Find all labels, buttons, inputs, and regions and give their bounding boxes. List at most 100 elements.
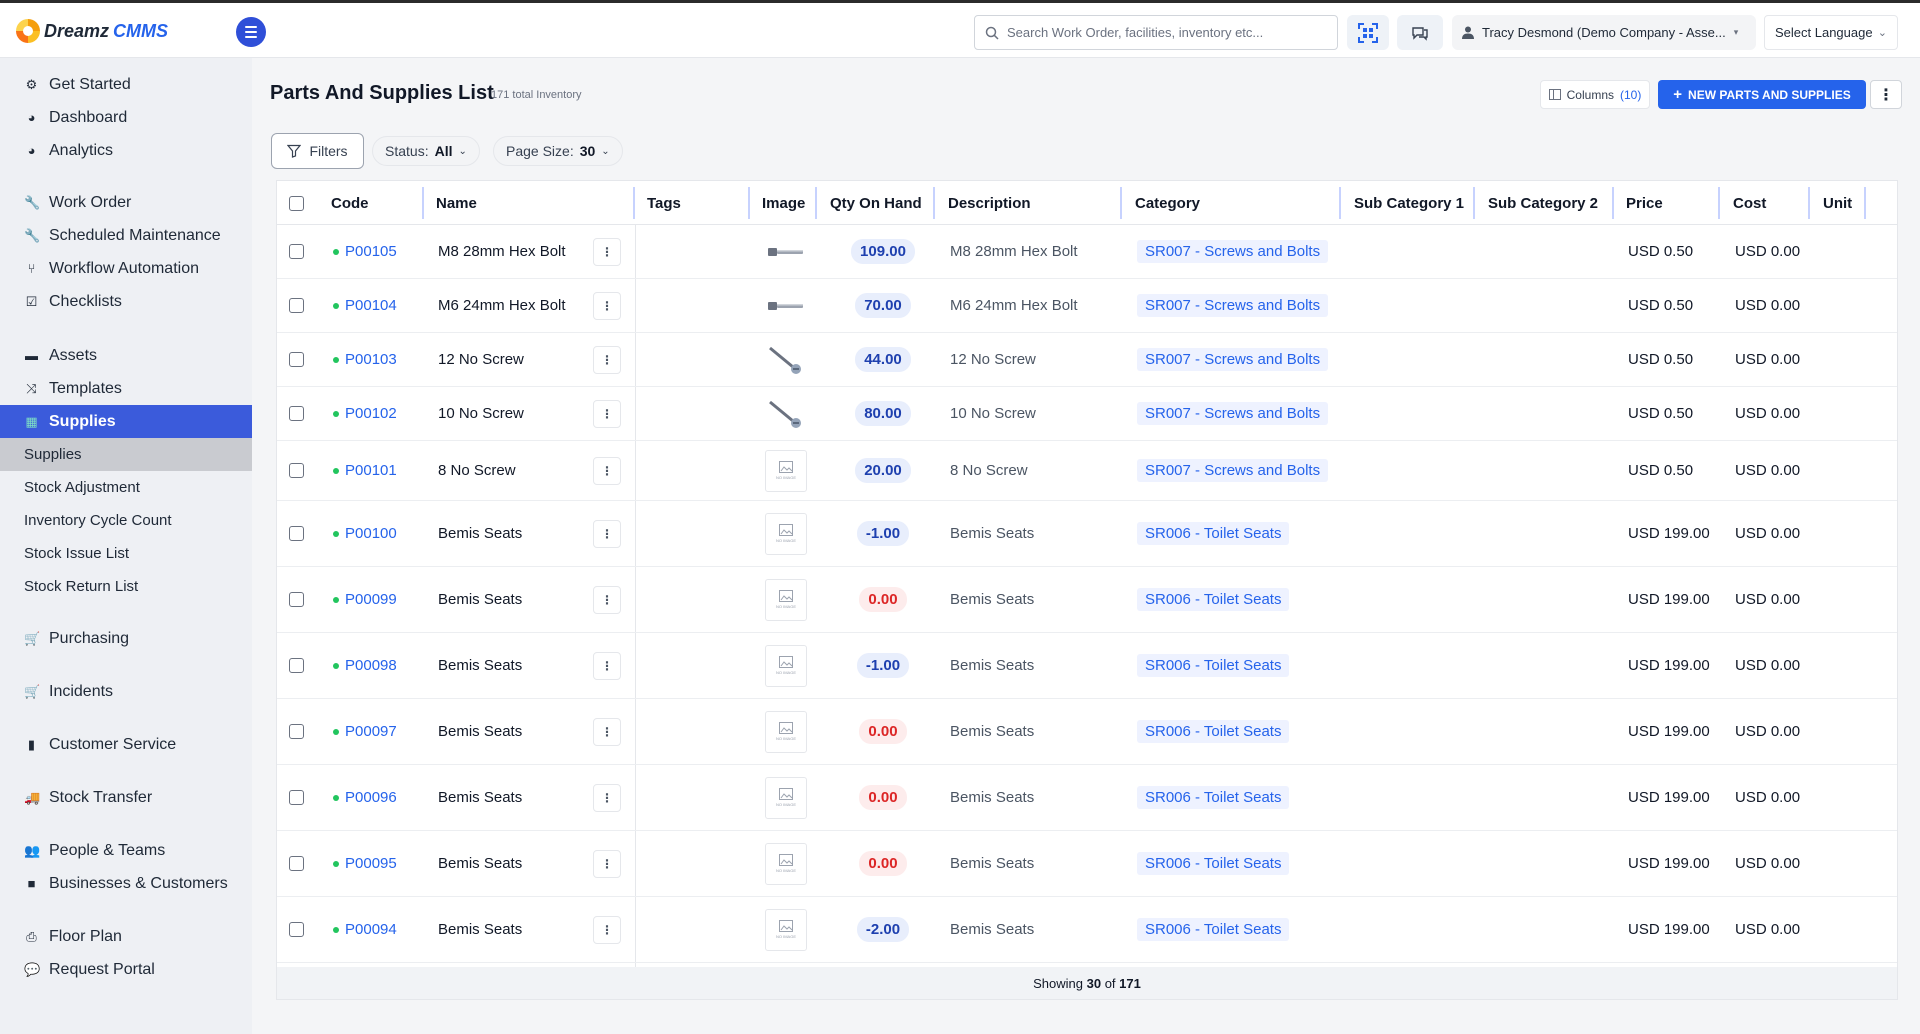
sidebar-subitem-stock-adjustment[interactable]: Stock Adjustment: [0, 471, 252, 504]
part-code-link[interactable]: P00102: [333, 387, 397, 440]
global-search[interactable]: [974, 15, 1338, 50]
row-select-cell[interactable]: [289, 897, 304, 962]
scan-button[interactable]: [1347, 15, 1389, 50]
sidebar-item-purchasing[interactable]: 🛒 Purchasing: [0, 622, 252, 655]
table-row[interactable]: P00098 Bemis Seats ⋮ NO IMAGE -1.00 Bemis Sea…: [277, 633, 1897, 699]
row-select-cell[interactable]: [289, 225, 304, 278]
part-image[interactable]: [765, 230, 807, 273]
table-row[interactable]: P00100 Bemis Seats ⋮ NO IMAGE -1.00 Bemis Sea…: [277, 501, 1897, 567]
table-row[interactable]: P00099 Bemis Seats ⋮ NO IMAGE 0.00 Bemis Seat…: [277, 567, 1897, 633]
page-size-filter[interactable]: Page Size: 30 ⌄: [493, 136, 623, 166]
column-header-unit[interactable]: Unit: [1823, 181, 1852, 225]
sidebar-item-stock-transfer[interactable]: 🚚 Stock Transfer: [0, 781, 252, 814]
category-link[interactable]: SR006 - Toilet Seats: [1137, 918, 1290, 941]
row-checkbox[interactable]: [289, 724, 304, 739]
table-row[interactable]: P00094 Bemis Seats ⋮ NO IMAGE -2.00 Bemis Sea…: [277, 897, 1897, 963]
row-checkbox[interactable]: [289, 526, 304, 541]
category-link[interactable]: SR007 - Screws and Bolts: [1137, 348, 1329, 371]
category-link[interactable]: SR006 - Toilet Seats: [1137, 852, 1290, 875]
more-options-button[interactable]: ⋮: [1870, 80, 1902, 109]
row-select-cell[interactable]: [289, 567, 304, 632]
column-resizer[interactable]: [633, 187, 635, 219]
row-checkbox[interactable]: [289, 406, 304, 421]
sidebar-subitem-inventory-cycle-count[interactable]: Inventory Cycle Count: [0, 504, 252, 537]
sidebar-item-get-started[interactable]: ⚙ Get Started: [0, 68, 252, 101]
part-code-link[interactable]: P00105: [333, 225, 397, 278]
category-link[interactable]: SR006 - Toilet Seats: [1137, 522, 1290, 545]
part-code-link[interactable]: P00103: [333, 333, 397, 386]
sidebar-item-workflow-automation[interactable]: ⑂ Workflow Automation: [0, 252, 252, 285]
column-header-description[interactable]: Description: [948, 181, 1031, 225]
row-menu-button[interactable]: ⋮: [593, 651, 621, 680]
category-link[interactable]: SR007 - Screws and Bolts: [1137, 402, 1329, 425]
sidebar-item-customer-service[interactable]: ▮ Customer Service: [0, 728, 252, 761]
category-link[interactable]: SR007 - Screws and Bolts: [1137, 294, 1329, 317]
part-code-link[interactable]: P00098: [333, 633, 397, 698]
table-row[interactable]: P00097 Bemis Seats ⋮ NO IMAGE 0.00 Bemis Seat…: [277, 699, 1897, 765]
row-checkbox[interactable]: [289, 463, 304, 478]
sidebar-item-analytics[interactable]: ◕ Analytics: [0, 134, 252, 167]
row-menu-button[interactable]: ⋮: [593, 237, 621, 266]
column-resizer[interactable]: [1473, 187, 1475, 219]
row-checkbox[interactable]: [289, 790, 304, 805]
category-link[interactable]: SR006 - Toilet Seats: [1137, 588, 1290, 611]
table-row[interactable]: P00103 12 No Screw ⋮ 44.00 12 No Screw SR007 …: [277, 333, 1897, 387]
sidebar-subitem-stock-return-list[interactable]: Stock Return List: [0, 570, 252, 603]
part-code-link[interactable]: P00099: [333, 567, 397, 632]
row-menu-button[interactable]: ⋮: [593, 456, 621, 485]
column-header-qty[interactable]: Qty On Hand: [830, 181, 922, 225]
part-image[interactable]: [765, 338, 807, 381]
row-select-cell[interactable]: [289, 765, 304, 830]
sidebar-item-work-order[interactable]: 🔧 Work Order: [0, 186, 252, 219]
row-select-cell[interactable]: [289, 501, 304, 566]
sidebar-item-templates[interactable]: ⤨ Templates: [0, 372, 252, 405]
row-select-cell[interactable]: [289, 387, 304, 440]
column-header-cost[interactable]: Cost: [1733, 181, 1766, 225]
row-select-cell[interactable]: [289, 333, 304, 386]
column-resizer[interactable]: [1339, 187, 1341, 219]
row-checkbox[interactable]: [289, 352, 304, 367]
column-resizer[interactable]: [422, 187, 424, 219]
search-input[interactable]: [1007, 25, 1327, 40]
row-checkbox[interactable]: [289, 592, 304, 607]
sidebar-item-request-portal[interactable]: 💬 Request Portal: [0, 953, 252, 986]
sidebar-subitem-supplies[interactable]: Supplies: [0, 438, 252, 471]
part-code-link[interactable]: P00094: [333, 897, 397, 962]
column-header-name[interactable]: Name: [436, 181, 477, 225]
column-header-sub-category-2[interactable]: Sub Category 2: [1488, 181, 1598, 225]
row-select-cell[interactable]: [289, 831, 304, 896]
row-menu-button[interactable]: ⋮: [593, 345, 621, 374]
user-menu-button[interactable]: Tracy Desmond (Demo Company - Asse... ▾: [1452, 15, 1756, 50]
column-resizer[interactable]: [933, 187, 935, 219]
row-menu-button[interactable]: ⋮: [593, 585, 621, 614]
category-link[interactable]: SR007 - Screws and Bolts: [1137, 240, 1329, 263]
part-code-link[interactable]: P00095: [333, 831, 397, 896]
row-menu-button[interactable]: ⋮: [593, 783, 621, 812]
sidebar-item-incidents[interactable]: 🛒 Incidents: [0, 675, 252, 708]
category-link[interactable]: SR007 - Screws and Bolts: [1137, 459, 1329, 482]
row-checkbox[interactable]: [289, 658, 304, 673]
column-resizer[interactable]: [1612, 187, 1614, 219]
part-code-link[interactable]: P00101: [333, 441, 397, 500]
chat-button[interactable]: [1397, 15, 1443, 50]
category-link[interactable]: SR006 - Toilet Seats: [1137, 654, 1290, 677]
column-header-code[interactable]: Code: [331, 181, 369, 225]
row-checkbox[interactable]: [289, 244, 304, 259]
table-row[interactable]: P00105 M8 28mm Hex Bolt ⋮ 109.00 M8 28mm Hex…: [277, 225, 1897, 279]
sidebar-item-dashboard[interactable]: ◕ Dashboard: [0, 101, 252, 134]
part-code-link[interactable]: P00100: [333, 501, 397, 566]
row-checkbox[interactable]: [289, 856, 304, 871]
part-image[interactable]: [765, 284, 807, 327]
column-resizer[interactable]: [748, 187, 750, 219]
table-row[interactable]: P00096 Bemis Seats ⋮ NO IMAGE 0.00 Bemis Seat…: [277, 765, 1897, 831]
column-resizer[interactable]: [1120, 187, 1122, 219]
column-header-category[interactable]: Category: [1135, 181, 1200, 225]
sidebar-item-checklists[interactable]: ☑ Checklists: [0, 285, 252, 318]
table-row[interactable]: P00101 8 No Screw ⋮ NO IMAGE 20.00 8 No Screw…: [277, 441, 1897, 501]
sidebar-item-supplies[interactable]: ▦ Supplies: [0, 405, 252, 438]
row-menu-button[interactable]: ⋮: [593, 915, 621, 944]
column-header-image[interactable]: Image: [762, 181, 805, 225]
column-resizer[interactable]: [1718, 187, 1720, 219]
part-code-link[interactable]: P00096: [333, 765, 397, 830]
table-row[interactable]: P00095 Bemis Seats ⋮ NO IMAGE 0.00 Bemis Seat…: [277, 831, 1897, 897]
